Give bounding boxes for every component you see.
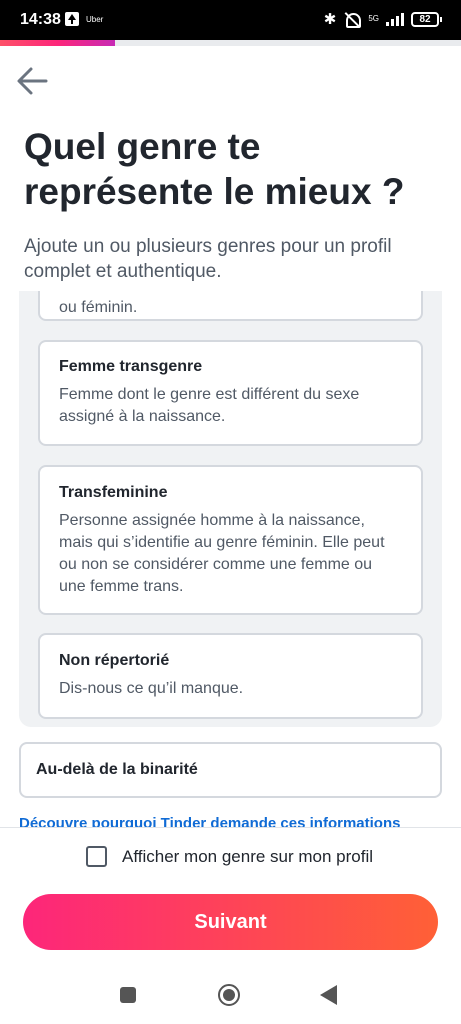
progress-fill [0, 40, 116, 46]
option-card-partial[interactable]: ou féminin. [38, 291, 423, 321]
back-button[interactable] [16, 64, 50, 98]
info-link-text: Découvre pourquoi Tinder demande ces inf… [19, 817, 401, 827]
progress-bar [0, 40, 461, 46]
next-button[interactable]: Suivant [23, 894, 438, 950]
page-title: Quel genre te représente le mieux ? [24, 126, 405, 212]
show-gender-checkbox[interactable] [86, 846, 107, 867]
arrow-left-icon [17, 67, 48, 95]
bluetooth-icon: ✱ [323, 11, 337, 28]
mute-icon [343, 11, 362, 28]
checkbox-label: Afficher mon genre sur mon profil [122, 846, 374, 866]
upload-icon [65, 12, 79, 26]
option-card-femme-transgenre[interactable]: Femme transgenre Femme dont le genre est… [38, 340, 423, 446]
option-title: Transfeminine [59, 484, 168, 501]
show-gender-checkbox-row[interactable]: Afficher mon genre sur mon profil [86, 846, 373, 867]
option-description: ou féminin. [59, 299, 138, 316]
option-card-transfeminine[interactable]: Transfeminine Personne assignée homme à … [38, 465, 423, 615]
home-circle-icon[interactable] [218, 984, 240, 1006]
option-description: Personne assignée homme à la naissance, … [59, 512, 385, 595]
gender-options-list[interactable]: ou féminin. Femme transgenre Femme dont … [19, 291, 442, 727]
option-description: Femme dont le genre est différent du sex… [59, 386, 360, 425]
signal-icon [386, 12, 404, 26]
footer-divider [0, 827, 461, 828]
option-card-non-repertorie[interactable]: Non répertorié Dis-nous ce qu’il manque. [38, 633, 423, 719]
status-time: 14:38 [20, 11, 61, 28]
status-bar: 14:38 Uber ✱ 5G 82 [0, 0, 461, 40]
option-title: Femme transgenre [59, 358, 203, 375]
battery-icon: 82 [411, 11, 442, 27]
option-description: Dis-nous ce qu’il manque. [59, 680, 244, 697]
network-type: 5G [368, 14, 379, 23]
info-link[interactable]: Découvre pourquoi Tinder demande ces inf… [19, 817, 400, 827]
beyond-binary-button[interactable]: Au-delà de la binarité [19, 742, 442, 798]
status-icons: ✱ 5G 82 [323, 10, 442, 28]
recents-square-icon[interactable] [120, 987, 136, 1003]
system-nav-bar [0, 968, 461, 1024]
page-subtitle: Ajoute un ou plusieurs genres pour un pr… [24, 236, 392, 282]
status-app-label: Uber [86, 15, 104, 24]
back-triangle-icon[interactable] [320, 985, 337, 1005]
option-title: Non répertorié [59, 652, 170, 669]
